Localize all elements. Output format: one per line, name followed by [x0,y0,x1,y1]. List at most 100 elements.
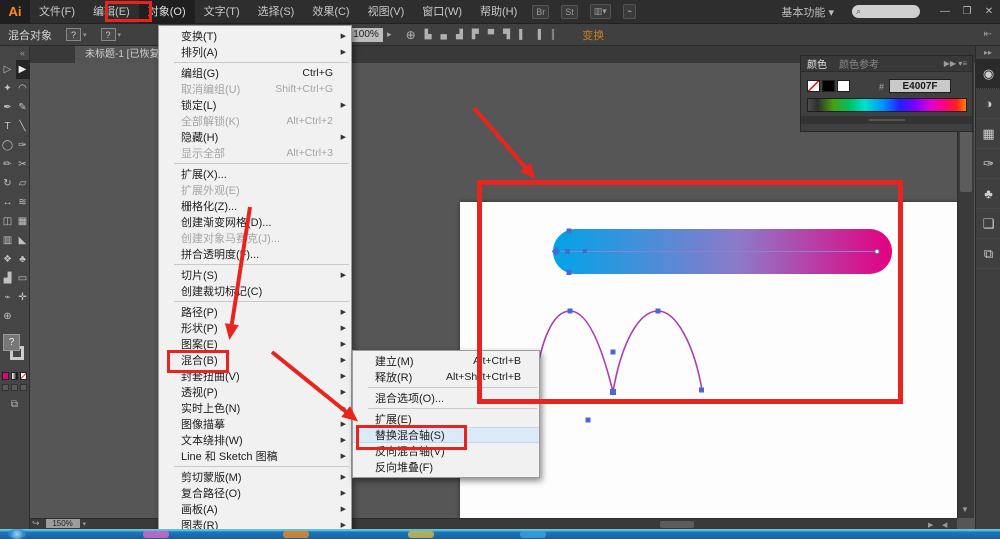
export-icon[interactable]: ↪ [32,518,40,529]
dock-panel-icon[interactable]: ♣ [976,179,1000,209]
search-input[interactable]: ⌕ [852,5,920,18]
workspace-switcher-icon[interactable]: ▥▾ [590,4,611,19]
scroll-right-icon[interactable]: ▶ [928,521,933,529]
taskbar-app-icon[interactable] [408,531,434,538]
menu-item[interactable]: 形状(P) ▶ [159,320,351,336]
submenu-item[interactable]: 替换混合轴(S) [353,427,539,443]
tool-icon[interactable]: ≋ [16,193,30,212]
opacity-field[interactable]: 100% [349,28,383,42]
menubar-item[interactable]: 帮助(H) [471,0,526,24]
menu-item[interactable]: 创建裁切标记(C) [159,283,351,299]
menu-item[interactable]: 显示全部 Alt+Ctrl+3 [159,145,351,161]
none-color-swatch[interactable] [807,80,820,92]
start-orb[interactable] [8,529,26,539]
minimize-button[interactable]: — [934,6,956,17]
menu-item[interactable]: 剪切蒙版(M) ▶ [159,469,351,485]
dock-panel-icon[interactable]: ⧉ [976,239,1000,269]
align-icon[interactable]: ▐ [534,29,540,40]
menubar-item[interactable]: 选择(S) [249,0,304,24]
white-swatch[interactable] [837,80,850,92]
tool-icon[interactable]: ◣ [16,231,30,250]
restore-button[interactable]: ❐ [956,6,978,17]
tool-icon[interactable]: ✛ [16,288,30,307]
menubar-item[interactable]: 效果(C) [303,0,358,24]
menu-item[interactable]: 实时上色(N) ▶ [159,400,351,416]
globe-icon[interactable]: ⊕ [406,28,416,42]
tab-color-guide[interactable]: 颜色参考 [833,56,885,71]
color-swatch-magenta[interactable] [2,372,9,380]
fill-style-dropdown[interactable]: ? [66,28,81,41]
taskbar-app-icon[interactable] [283,531,309,538]
share-icon[interactable]: ⌁ [623,4,636,19]
menu-item[interactable]: 栅格化(Z)... [159,198,351,214]
menubar-item[interactable]: 编辑(E) [84,0,139,24]
menu-item[interactable]: 切片(S) ▶ [159,267,351,283]
tool-icon[interactable]: ♣ [16,250,30,269]
tool-icon[interactable]: ⌁ [1,288,15,307]
menu-item[interactable]: 复合路径(O) ▶ [159,485,351,501]
bridge-icon[interactable]: Br [532,5,549,19]
tool-icon[interactable]: ✦ [1,79,15,98]
menu-item[interactable]: 拼合透明度(F)... [159,246,351,262]
menu-item[interactable]: 取消编组(U) Shift+Ctrl+G [159,81,351,97]
taskbar-app-icon[interactable] [143,531,169,538]
align-icon[interactable]: ▜ [503,29,510,40]
menu-item[interactable]: 创建渐变网格(D)... [159,214,351,230]
workspace-selector[interactable]: 基本功能 ▾ [781,4,834,20]
gradient-swatch[interactable] [11,372,18,380]
panel-menu-icon[interactable]: ▶▶ ▾≡ [944,59,972,68]
menu-item[interactable]: 编组(G) Ctrl+G [159,65,351,81]
menubar-item[interactable]: 视图(V) [359,0,414,24]
menu-item[interactable]: 变换(T) ▶ [159,28,351,44]
menu-item[interactable]: 锁定(L) ▶ [159,97,351,113]
panel-collapse-icon[interactable]: « [0,46,29,60]
tool-icon[interactable]: ↔ [1,193,15,212]
draw-inside-icon[interactable] [20,384,27,391]
tool-icon[interactable]: ✎ [16,98,30,117]
menu-item[interactable]: 混合(B) ▶ [159,352,351,368]
menubar-item[interactable]: 窗口(W) [413,0,471,24]
submenu-item[interactable]: 反向堆叠(F) [353,459,539,475]
draw-behind-icon[interactable] [11,384,18,391]
dock-panel-icon[interactable]: ▦ [976,119,1000,149]
menu-item[interactable]: 文本绕排(W) ▶ [159,432,351,448]
menu-item[interactable]: 透视(P) ▶ [159,384,351,400]
dock-expand-icon[interactable]: ▸▸ [976,46,1000,59]
transform-link[interactable]: 变换 [582,27,604,43]
zoom-level-field[interactable]: 150% [46,519,80,528]
opacity-caret-icon[interactable]: ▸ [387,29,392,40]
color-spectrum-bar[interactable] [807,98,967,112]
taskbar-app-icon[interactable] [520,531,546,538]
menu-item[interactable]: 全部解锁(K) Alt+Ctrl+2 [159,113,351,129]
scroll-down-icon[interactable]: ▼ [961,505,969,514]
tool-icon[interactable]: ▷ [1,60,15,79]
menubar-item[interactable]: 文字(T) [195,0,249,24]
tool-icon[interactable]: ╲ [16,117,30,136]
submenu-item[interactable]: 建立(M) Alt+Ctrl+B [353,353,539,369]
tool-icon[interactable]: ▶ [16,60,30,79]
menu-item[interactable]: 图像描摹 ▶ [159,416,351,432]
tab-color[interactable]: 颜色 [801,56,833,71]
menu-item[interactable]: 画板(A) ▶ [159,501,351,517]
tool-icon[interactable]: ▭ [16,269,30,288]
fill-swatch[interactable]: ? [3,334,20,351]
draw-normal-icon[interactable] [2,384,9,391]
windows-taskbar[interactable] [0,529,1000,539]
dock-panel-icon[interactable]: ◉ [976,59,1000,89]
tool-icon[interactable]: ▟ [1,269,15,288]
tool-icon[interactable]: ✑ [16,136,30,155]
align-icon[interactable]: ▀ [488,29,494,40]
tool-icon[interactable]: ◠ [16,79,30,98]
close-button[interactable]: ✕ [978,6,1000,17]
dock-panel-icon[interactable]: ✑ [976,149,1000,179]
submenu-item[interactable]: 释放(R) Alt+Shift+Ctrl+B [353,369,539,385]
menu-item[interactable]: 扩展(X)... [159,166,351,182]
menubar-item[interactable]: 文件(F) [30,0,84,24]
align-icon[interactable]: ▙ [425,29,432,40]
collapse-panel-icon[interactable]: ⇤ [984,29,992,40]
menu-item[interactable]: 路径(P) ▶ [159,304,351,320]
align-icon[interactable]: ▛ [472,29,479,40]
stock-icon[interactable]: St [561,5,578,19]
tool-icon[interactable]: ◫ [1,212,15,231]
tool-icon[interactable]: ✏ [1,155,15,174]
